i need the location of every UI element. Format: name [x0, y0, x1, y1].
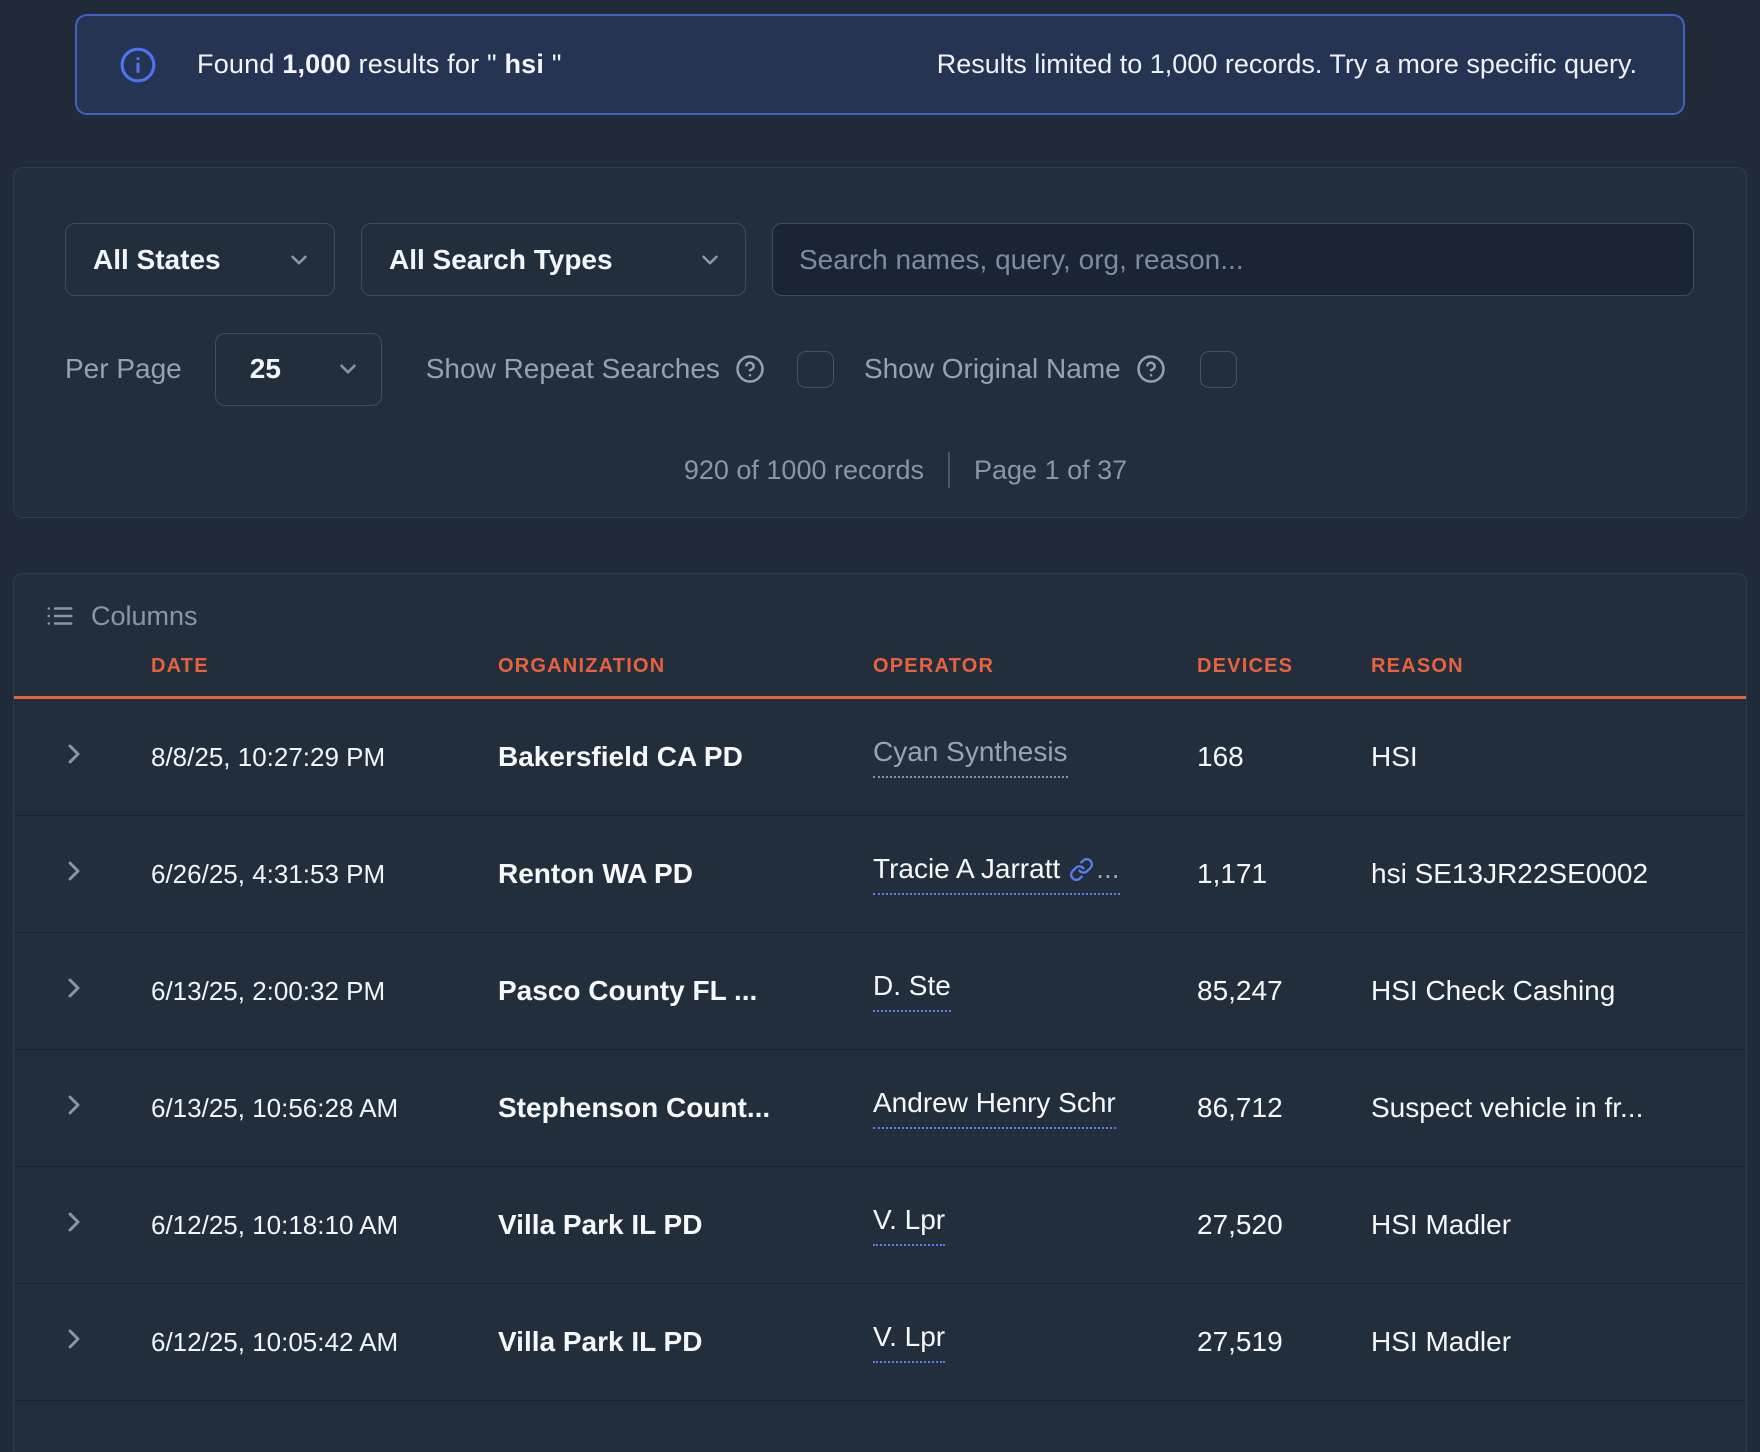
row-reason: HSI: [1371, 741, 1746, 773]
row-expand-chevron-icon[interactable]: [58, 855, 90, 887]
columns-button-label: Columns: [91, 601, 198, 632]
row-operator-cell: D. Ste: [873, 970, 1197, 1012]
row-date: 6/13/25, 2:00:32 PM: [151, 976, 498, 1007]
row-organization: Stephenson Count...: [498, 1092, 873, 1124]
row-operator-link[interactable]: D. Ste: [873, 970, 951, 1012]
table-row[interactable]: 8/8/25, 10:27:29 PM Bakersfield CA PD Cy…: [14, 699, 1746, 816]
query-term: hsi: [504, 49, 544, 79]
show-original-name-checkbox[interactable]: [1200, 351, 1237, 388]
row-expand-chevron-icon[interactable]: [58, 1323, 90, 1355]
link-icon: [1069, 857, 1094, 882]
results-banner-message: Found 1,000 results for " hsi ": [119, 46, 562, 84]
per-page-dropdown[interactable]: 25: [215, 333, 382, 406]
show-repeat-searches-label: Show Repeat Searches: [426, 353, 720, 385]
row-operator-link[interactable]: Cyan Synthesis: [873, 736, 1068, 778]
help-icon[interactable]: [1136, 354, 1166, 384]
row-reason: HSI Check Cashing: [1371, 975, 1746, 1007]
search-type-filter-value: All Search Types: [389, 244, 613, 276]
row-reason: Suspect vehicle in fr...: [1371, 1092, 1746, 1124]
row-expand-chevron-icon[interactable]: [58, 972, 90, 1004]
column-header-devices[interactable]: DEVICES: [1197, 655, 1371, 678]
row-organization: Villa Park IL PD: [498, 1209, 873, 1241]
results-limit-note: Results limited to 1,000 records. Try a …: [937, 49, 1637, 80]
row-operator-cell: Andrew Henry Schr: [873, 1087, 1197, 1129]
row-expand-chevron-icon[interactable]: [58, 1089, 90, 1121]
table-row[interactable]: 6/12/25, 10:18:10 AM Villa Park IL PD V.…: [14, 1167, 1746, 1284]
show-original-name-label: Show Original Name: [864, 353, 1121, 385]
info-icon: [119, 46, 157, 84]
search-type-filter-dropdown[interactable]: All Search Types: [361, 223, 746, 296]
list-icon: [45, 601, 75, 631]
row-operator-cell: V. Lpr: [873, 1321, 1197, 1363]
state-filter-dropdown[interactable]: All States: [65, 223, 335, 296]
column-header-organization[interactable]: ORGANIZATION: [498, 655, 873, 678]
row-organization: Villa Park IL PD: [498, 1326, 873, 1358]
filters-panel: All States All Search Types Per Page 25 …: [13, 167, 1747, 518]
row-operator-name: D. Ste: [873, 970, 951, 1002]
row-devices: 85,247: [1197, 975, 1371, 1007]
row-operator-name: Tracie A Jarratt: [873, 853, 1060, 885]
chevron-down-icon: [286, 247, 312, 273]
row-organization: Bakersfield CA PD: [498, 741, 873, 773]
results-table-panel: Columns DATE ORGANIZATION OPERATOR DEVIC…: [13, 573, 1747, 1452]
state-filter-value: All States: [93, 244, 221, 276]
result-count: 1,000: [282, 49, 351, 79]
search-input[interactable]: [772, 223, 1694, 296]
row-operator-link[interactable]: Tracie A Jarratt ...: [873, 853, 1120, 895]
records-count-text: 920 of 1000 records: [684, 455, 924, 486]
row-operator-link[interactable]: V. Lpr: [873, 1321, 945, 1363]
row-operator-name: Andrew Henry Schr: [873, 1087, 1116, 1119]
show-repeat-searches-group: Show Repeat Searches: [426, 353, 765, 385]
row-operator-ellipsis: ...: [1096, 853, 1119, 885]
columns-button[interactable]: Columns: [14, 574, 234, 636]
table-row[interactable]: 6/26/25, 4:31:53 PM Renton WA PD Tracie …: [14, 816, 1746, 933]
table-row[interactable]: 6/13/25, 2:00:32 PM Pasco County FL ... …: [14, 933, 1746, 1050]
row-devices: 86,712: [1197, 1092, 1371, 1124]
row-operator-name: V. Lpr: [873, 1204, 945, 1236]
row-devices: 1,171: [1197, 858, 1371, 890]
row-devices: 168: [1197, 741, 1371, 773]
row-date: 6/12/25, 10:18:10 AM: [151, 1210, 498, 1241]
page-count-text: Page 1 of 37: [974, 455, 1127, 486]
results-banner: Found 1,000 results for " hsi " Results …: [75, 14, 1685, 115]
row-expand-chevron-icon[interactable]: [58, 738, 90, 770]
row-operator-cell: V. Lpr: [873, 1204, 1197, 1246]
help-icon[interactable]: [735, 354, 765, 384]
table-body: 8/8/25, 10:27:29 PM Bakersfield CA PD Cy…: [14, 699, 1746, 1401]
show-original-name-group: Show Original Name: [864, 353, 1166, 385]
table-row[interactable]: 6/12/25, 10:05:42 AM Villa Park IL PD V.…: [14, 1284, 1746, 1401]
column-header-operator[interactable]: OPERATOR: [873, 655, 1197, 678]
row-operator-link[interactable]: V. Lpr: [873, 1204, 945, 1246]
per-page-label: Per Page: [65, 353, 182, 385]
row-date: 8/8/25, 10:27:29 PM: [151, 742, 498, 773]
chevron-down-icon: [335, 356, 361, 382]
show-repeat-searches-checkbox[interactable]: [797, 351, 834, 388]
per-page-value: 25: [250, 353, 281, 385]
row-date: 6/13/25, 10:56:28 AM: [151, 1093, 498, 1124]
column-header-reason[interactable]: REASON: [1371, 655, 1746, 678]
row-operator-name: Cyan Synthesis: [873, 736, 1068, 768]
row-devices: 27,520: [1197, 1209, 1371, 1241]
table-header-row: DATE ORGANIZATION OPERATOR DEVICES REASO…: [14, 636, 1746, 699]
row-expand-chevron-icon[interactable]: [58, 1206, 90, 1238]
row-date: 6/12/25, 10:05:42 AM: [151, 1327, 498, 1358]
vertical-divider: [948, 452, 950, 488]
row-reason: HSI Madler: [1371, 1326, 1746, 1358]
records-pagination-summary: 920 of 1000 records Page 1 of 37: [65, 452, 1746, 488]
table-row[interactable]: 6/13/25, 10:56:28 AM Stephenson Count...…: [14, 1050, 1746, 1167]
chevron-down-icon: [697, 247, 723, 273]
row-reason: HSI Madler: [1371, 1209, 1746, 1241]
row-operator-link[interactable]: Andrew Henry Schr: [873, 1087, 1116, 1129]
row-operator-name: V. Lpr: [873, 1321, 945, 1353]
found-results-text: Found 1,000 results for " hsi ": [197, 49, 562, 80]
row-operator-cell: Cyan Synthesis: [873, 736, 1197, 778]
row-devices: 27,519: [1197, 1326, 1371, 1358]
row-date: 6/26/25, 4:31:53 PM: [151, 859, 498, 890]
column-header-date[interactable]: DATE: [151, 655, 498, 678]
row-organization: Renton WA PD: [498, 858, 873, 890]
row-organization: Pasco County FL ...: [498, 975, 873, 1007]
row-operator-cell: Tracie A Jarratt ...: [873, 853, 1197, 895]
row-reason: hsi SE13JR22SE0002: [1371, 858, 1746, 890]
